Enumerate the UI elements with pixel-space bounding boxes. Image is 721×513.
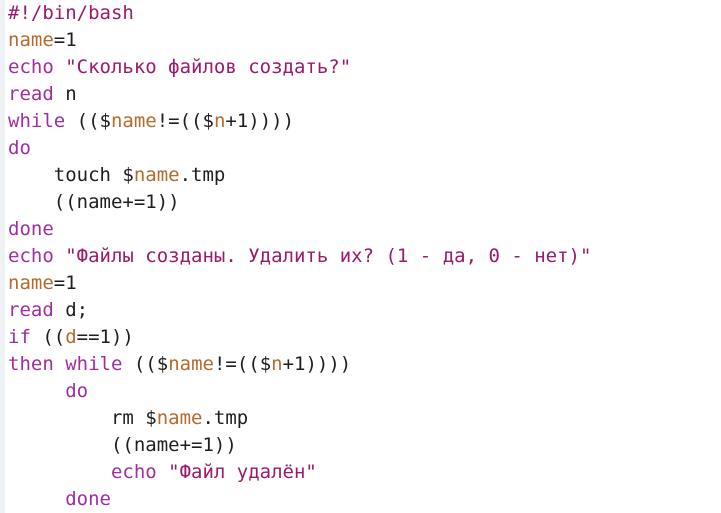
code-token-var: name xyxy=(168,353,214,375)
code-line[interactable]: echo "Файл удалён" xyxy=(8,459,591,486)
code-token-kw: read xyxy=(8,83,54,105)
code-line[interactable]: name=1 xyxy=(8,27,591,54)
code-token-kw: echo xyxy=(8,56,66,78)
code-token-kw: done xyxy=(65,488,111,510)
code-token-kw: if xyxy=(8,326,31,348)
code-line[interactable]: done xyxy=(8,486,591,513)
code-token-plain: ==1)) xyxy=(76,326,134,348)
code-token-plain: !=(($ xyxy=(156,110,214,132)
code-line[interactable]: while (($name!=(($n+1)))) xyxy=(8,108,591,135)
code-token-str: "Сколько файлов создать?" xyxy=(65,56,352,78)
code-token-var: d xyxy=(65,326,77,348)
code-token-plain: =1 xyxy=(53,29,77,51)
code-line[interactable]: read d; xyxy=(8,297,591,324)
code-line[interactable]: if ((d==1)) xyxy=(8,324,591,351)
code-token-plain: rm $ xyxy=(8,407,157,429)
code-token-kw: while xyxy=(8,110,66,132)
code-text-area[interactable]: #!/bin/bash name=1 echo "Сколько файлов со… xyxy=(8,0,591,513)
code-token-kw: echo xyxy=(8,245,66,267)
code-token-plain: ((name+=1)) xyxy=(8,191,180,213)
code-token-kw: done xyxy=(8,218,54,240)
code-line[interactable]: do xyxy=(8,378,591,405)
code-token-plain: +1)))) xyxy=(225,110,295,132)
code-token-plain: n xyxy=(53,83,77,105)
code-line[interactable]: touch $name.tmp xyxy=(8,162,591,189)
code-token-plain: (($ xyxy=(122,353,169,375)
code-token-plain: .tmp xyxy=(179,164,226,186)
code-token-shebang: #!/bin/bash xyxy=(8,2,134,24)
editor-gutter xyxy=(0,0,5,513)
code-line[interactable]: done xyxy=(8,216,591,243)
code-token-plain: (($ xyxy=(65,110,111,132)
code-token-var: n xyxy=(271,353,283,375)
code-token-var: name xyxy=(8,272,54,294)
code-token-var: name xyxy=(133,164,180,186)
code-line[interactable]: echo "Файлы созданы. Удалить их? (1 - да… xyxy=(8,243,591,270)
code-token-plain: .tmp xyxy=(202,407,249,429)
code-token-kw: read xyxy=(8,299,54,321)
code-token-kw: echo xyxy=(110,461,169,483)
code-line[interactable]: ((name+=1)) xyxy=(8,432,591,459)
code-token-var: name xyxy=(8,29,54,51)
code-line[interactable]: read n xyxy=(8,81,591,108)
code-editor[interactable]: #!/bin/bash name=1 echo "Сколько файлов со… xyxy=(0,0,721,513)
code-token-plain: =1 xyxy=(53,272,77,294)
code-token-var: n xyxy=(213,110,226,132)
code-line[interactable]: echo "Сколько файлов создать?" xyxy=(8,54,591,81)
code-line[interactable]: do xyxy=(8,135,591,162)
code-token-plain: ((name+=1)) xyxy=(8,434,237,456)
code-token-kw: do xyxy=(8,137,31,159)
code-line[interactable]: name=1 xyxy=(8,270,591,297)
code-line[interactable]: rm $name.tmp xyxy=(8,405,591,432)
code-token-str: "Файл удалён" xyxy=(168,461,317,483)
code-token-var: name xyxy=(110,110,157,132)
code-line[interactable]: ((name+=1)) xyxy=(8,189,591,216)
code-token-plain: (( xyxy=(30,326,66,348)
code-token-kw: while xyxy=(65,353,123,375)
code-token-plain: touch $ xyxy=(8,164,134,186)
code-token-plain: d; xyxy=(53,299,89,321)
code-line[interactable]: #!/bin/bash xyxy=(8,0,591,27)
code-token-plain: +1)))) xyxy=(282,353,352,375)
code-token-plain: !=(($ xyxy=(213,353,272,375)
code-token-kw: then xyxy=(8,353,54,375)
code-token-str: "Файлы созданы. Удалить их? (1 - да, 0 -… xyxy=(65,245,592,267)
code-token-var: name xyxy=(156,407,203,429)
code-line[interactable]: then while (($name!=(($n+1)))) xyxy=(8,351,591,378)
code-token-kw: do xyxy=(65,380,89,402)
